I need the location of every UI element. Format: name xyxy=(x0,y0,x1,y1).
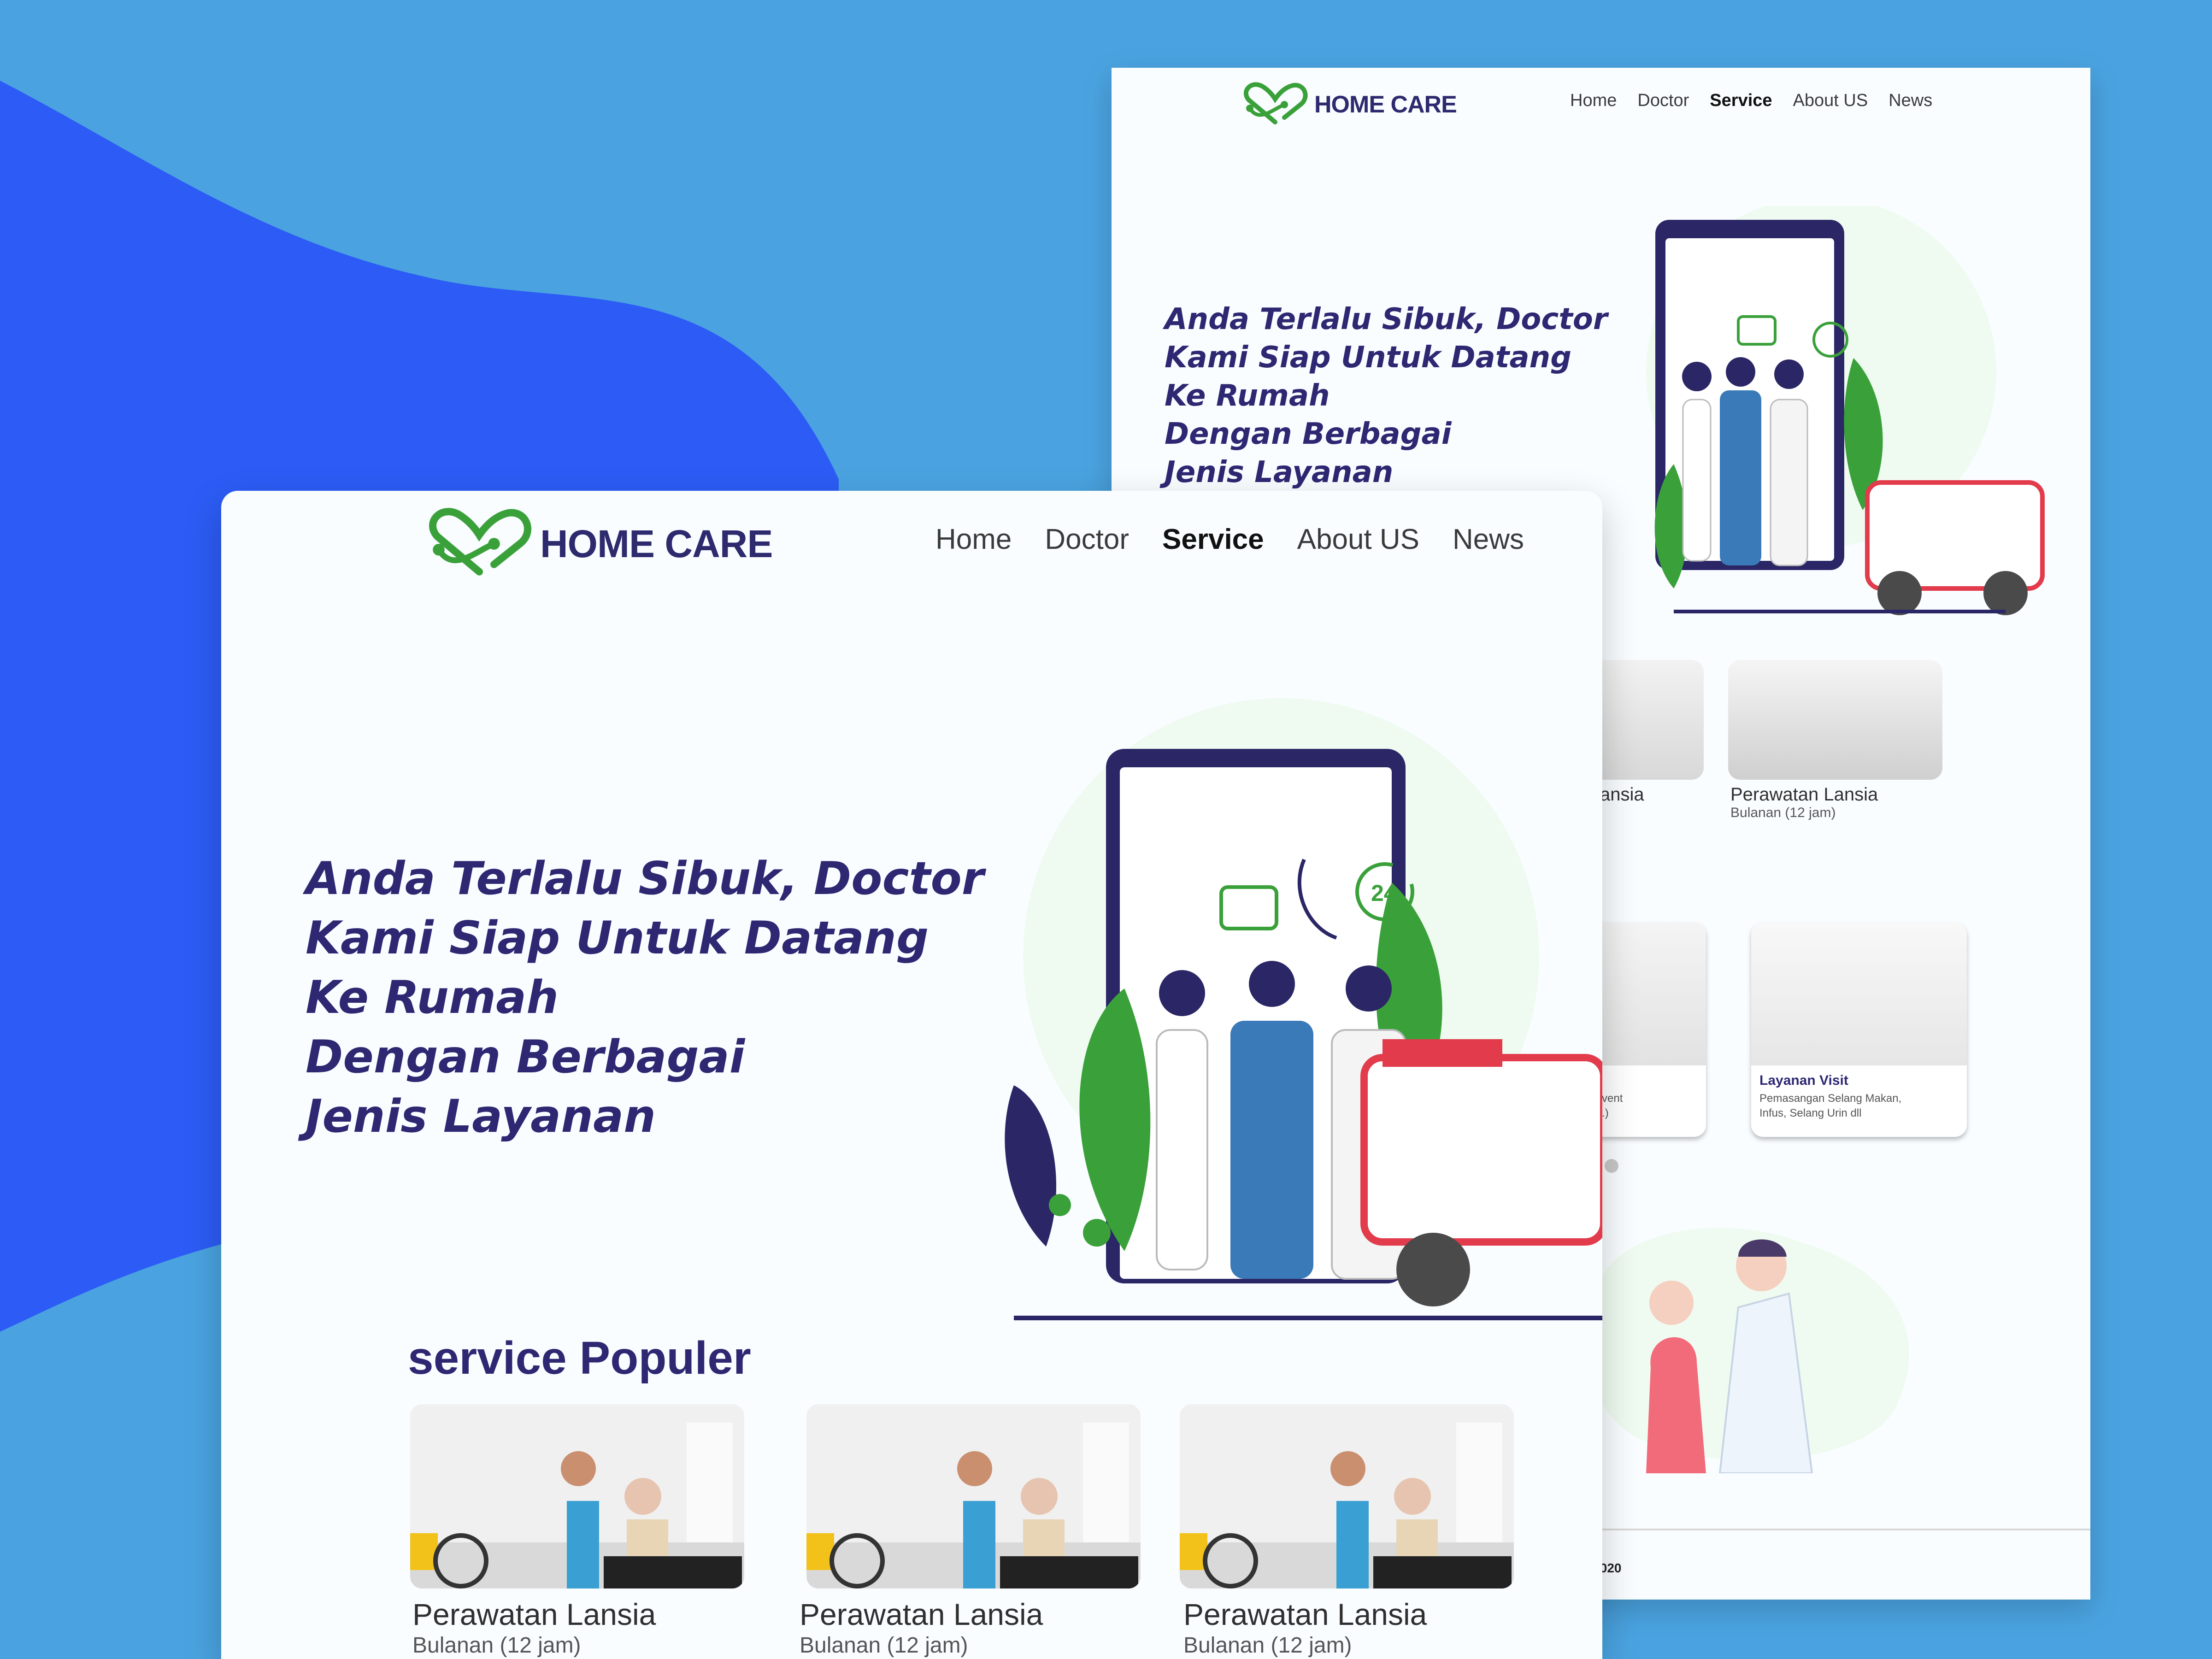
layanan-card[interactable]: Layanan Visit Pemasangan Selang Makan, I… xyxy=(1751,923,1967,1137)
card-subtitle: Bulanan (12 jam) xyxy=(1730,805,1836,820)
hero-line: Ke Rumah xyxy=(306,971,559,1024)
footer-divider xyxy=(1572,1529,2090,1530)
nav-doctor[interactable]: Doctor xyxy=(1637,91,1689,111)
main-nav: Home Doctor Service About US News xyxy=(935,523,1524,556)
card-image xyxy=(1751,923,1967,1065)
front-page-window: HOME CARE Home Doctor Service About US N… xyxy=(221,491,1602,1659)
doctor-patient-illustration xyxy=(1586,1228,1909,1473)
carousel-dot[interactable] xyxy=(1605,1159,1618,1173)
card-title: Layanan Visit xyxy=(1759,1073,1848,1088)
heart-stethoscope-icon xyxy=(429,508,531,576)
card-desc: Pemasangan Selang Makan, xyxy=(1759,1092,1902,1105)
logo[interactable]: HOME CARE xyxy=(1241,82,1457,128)
hero-line: Anda Terlalu Sibuk, Doctor xyxy=(306,853,984,905)
service-card[interactable] xyxy=(806,1404,1141,1588)
card-subtitle: Bulanan (12 jam) xyxy=(412,1633,581,1658)
card-subtitle: Bulanan (12 jam) xyxy=(1183,1633,1352,1658)
logo[interactable]: HOME CARE xyxy=(424,507,773,581)
hero-line: Ke Rumah xyxy=(1165,379,1330,413)
svg-text:24: 24 xyxy=(1371,880,1397,906)
card-image xyxy=(410,1404,744,1588)
brand-name: HOME CARE xyxy=(540,522,773,565)
nav-news[interactable]: News xyxy=(1453,523,1524,556)
main-nav: Home Doctor Service About US News xyxy=(1570,91,1932,111)
service-card[interactable] xyxy=(410,1404,744,1588)
section-title: service Populer xyxy=(408,1332,751,1384)
nav-about-us[interactable]: About US xyxy=(1793,91,1868,111)
service-card[interactable] xyxy=(1728,660,1942,780)
header: HOME CARE Home Doctor Service About US N… xyxy=(1112,68,2090,137)
hero-line: Kami Siap Untuk Datang xyxy=(1165,341,1571,375)
hero-line: Anda Terlalu Sibuk, Doctor xyxy=(1165,302,1608,336)
service-card[interactable] xyxy=(1180,1404,1514,1588)
card-image xyxy=(1180,1404,1514,1588)
hero-title: Anda Terlalu Sibuk, Doctor Kami Siap Unt… xyxy=(1165,300,1607,492)
hero-title: Anda Terlalu Sibuk, Doctor Kami Siap Unt… xyxy=(306,849,984,1147)
nav-service[interactable]: Service xyxy=(1710,91,1772,111)
card-title: Perawatan Lansia xyxy=(1183,1597,1427,1631)
card-desc: Infus, Selang Urin dll xyxy=(1759,1107,1862,1119)
brand-name: HOME CARE xyxy=(1314,91,1457,118)
hero-line: Kami Siap Untuk Datang xyxy=(306,912,929,965)
nav-service[interactable]: Service xyxy=(1162,523,1264,556)
hero-line: Jenis Layanan xyxy=(306,1090,656,1143)
card-image xyxy=(806,1404,1141,1588)
nav-home[interactable]: Home xyxy=(935,523,1012,556)
card-title: Perawatan Lansia xyxy=(1730,784,1878,805)
nav-home[interactable]: Home xyxy=(1570,91,1617,111)
card-title: Perawatan Lansia xyxy=(800,1597,1043,1631)
hero-line: Jenis Layanan xyxy=(1165,455,1394,489)
card-image xyxy=(1728,660,1942,780)
heart-stethoscope-icon xyxy=(1244,82,1308,124)
hero-line: Dengan Berbagai xyxy=(306,1031,745,1083)
nav-about-us[interactable]: About US xyxy=(1297,523,1419,556)
card-title: ansia xyxy=(1600,784,1644,805)
card-subtitle: Bulanan (12 jam) xyxy=(800,1633,968,1658)
nav-news[interactable]: News xyxy=(1888,91,1932,111)
card-title: Perawatan Lansia xyxy=(412,1597,656,1631)
hero-line: Dengan Berbagai xyxy=(1165,417,1452,451)
nav-doctor[interactable]: Doctor xyxy=(1045,523,1129,556)
